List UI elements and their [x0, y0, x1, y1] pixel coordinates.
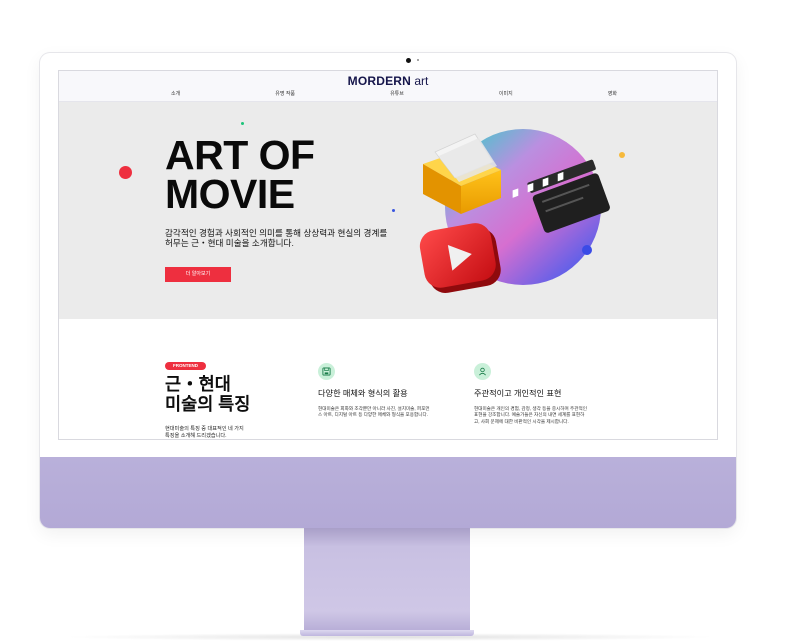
- decor-dot-blue: [582, 245, 592, 255]
- decor-dot-blue-small: [392, 209, 395, 212]
- features-section: FRONTEND 근・현대 미술의 특징 현대미술의 특징 중 대표적인 네 가…: [59, 319, 717, 440]
- feature-icon-peek: [474, 439, 491, 440]
- feature-card-media: 다양한 매체와 형식의 활용 현대미술은 회화와 조각뿐만 아니라 사진, 설치…: [318, 363, 468, 419]
- camera-icon: [406, 58, 411, 63]
- nav-item-famous-works[interactable]: 유명 작품: [275, 90, 295, 97]
- feature-icon-peek: [318, 439, 335, 440]
- features-title: 근・현대 미술의 특징: [165, 374, 251, 414]
- learn-more-button[interactable]: 더 알아보기: [165, 267, 231, 282]
- decor-dot-red: [119, 166, 132, 179]
- feature-card-expression: 주관적이고 개인적인 표현 현대미술은 개인의 경험, 감정, 생각 등을 중시…: [474, 363, 624, 425]
- frontend-badge: FRONTEND: [165, 362, 206, 370]
- user-icon: [474, 363, 491, 380]
- top-nav: MORDERN art 소개 유명 작품 유튜브 이미지 영화: [59, 71, 717, 102]
- monitor-stand: [304, 528, 470, 632]
- brand-logo[interactable]: MORDERN art: [59, 74, 717, 88]
- feature-card-title: 다양한 매체와 형식의 활용: [318, 389, 408, 398]
- feature-card-title: 주관적이고 개인적인 표현: [474, 389, 562, 398]
- monitor-frame: MORDERN art 소개 유명 작품 유튜브 이미지 영화 ART OF M…: [40, 53, 736, 528]
- hero-description: 감각적인 경험과 사회적인 의미를 통해 상상력과 현실의 경계를 허무는 근・…: [165, 228, 388, 248]
- hero-title: ART OF MOVIE: [165, 132, 315, 217]
- nav-menu: 소개 유명 작품 유튜브 이미지 영화: [171, 90, 617, 97]
- nav-item-image[interactable]: 이미지: [499, 90, 513, 97]
- feature-card-text: 현대미술은 회화와 조각뿐만 아니라 사진, 설치미술, 퍼포먼 스 아트, 디…: [318, 406, 430, 418]
- decor-dot-green: [241, 122, 244, 125]
- hero-section: ART OF MOVIE 감각적인 경험과 사회적인 의미를 통해 상상력과 현…: [59, 102, 717, 319]
- feature-card-text: 현대미술은 개인의 경험, 감정, 생각 등을 중시하며 주관적인 표현을 강조…: [474, 406, 587, 424]
- nav-item-movie[interactable]: 영화: [608, 90, 617, 97]
- nav-item-intro[interactable]: 소개: [171, 90, 180, 97]
- features-description: 현대미술의 특징 중 대표적인 네 가지 특징을 소개해 드리겠습니다.: [165, 426, 244, 439]
- screen: MORDERN art 소개 유명 작품 유튜브 이미지 영화 ART OF M…: [58, 70, 718, 440]
- hero-artwork: [419, 129, 610, 293]
- floppy-disk-icon: [318, 363, 335, 380]
- nav-item-youtube[interactable]: 유튜브: [390, 90, 404, 97]
- camera-led: [417, 59, 419, 61]
- monitor-chin: [40, 457, 736, 528]
- monitor-stand-base: [300, 630, 474, 636]
